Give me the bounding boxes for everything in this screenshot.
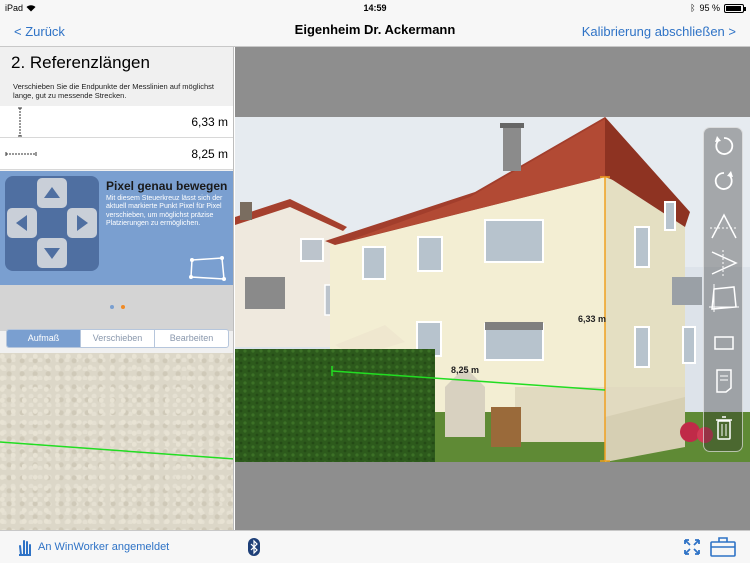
navigation-bar: < Zurück Eigenheim Dr. Ackermann Kalibri… (0, 16, 750, 47)
bluetooth-status-icon: ᛒ (690, 3, 696, 13)
move-down-button[interactable] (37, 238, 67, 268)
arrow-down-icon (44, 248, 60, 259)
page-dot[interactable] (110, 305, 114, 309)
tool-palette (703, 127, 743, 452)
measure-label-horizontal: 8,25 m (451, 365, 480, 375)
segment-bearbeiten[interactable]: Bearbeiten (154, 330, 228, 347)
note-button[interactable] (708, 366, 740, 396)
segment-aufmass[interactable]: Aufmaß (7, 330, 80, 347)
arrow-left-icon (16, 215, 27, 231)
reference-panel: 2. Referenzlängen Verschieben Sie die En… (0, 47, 234, 530)
vertical-measure-icon (18, 107, 22, 137)
reference-row-vertical[interactable]: 6,33 m (0, 106, 233, 138)
battery-percent: 95 % (699, 3, 720, 13)
horizontal-perspective-button[interactable] (708, 248, 740, 278)
bottom-bar: An WinWorker angemeldet (0, 530, 750, 563)
rotate-cw-icon (714, 171, 733, 190)
photo-canvas[interactable]: 6,33 m 8,25 m (235, 47, 750, 530)
rectangle-icon (714, 336, 734, 350)
measure-label-vertical: 6,33 m (578, 314, 607, 324)
magnifier-measure-line (0, 441, 233, 460)
arrow-right-icon (77, 215, 88, 231)
delete-button[interactable] (708, 413, 740, 443)
move-right-button[interactable] (67, 208, 97, 238)
reference-row-horizontal[interactable]: 8,25 m (0, 138, 233, 170)
magnifier-view[interactable] (0, 353, 233, 530)
mode-segmented-control: Aufmaß Verschieben Bearbeiten (6, 329, 229, 348)
rotate-ccw-button[interactable] (708, 131, 740, 161)
page-indicator (0, 285, 233, 331)
crop-perspective-button[interactable] (708, 283, 740, 313)
pixel-move-description: Mit diesem Steuerkreuz lässt sich der ak… (106, 195, 223, 228)
segment-verschieben[interactable]: Verschieben (80, 330, 154, 347)
battery-icon (724, 3, 746, 13)
direction-pad (5, 176, 99, 271)
house-photo (235, 117, 750, 462)
toolbox-icon[interactable] (709, 536, 737, 563)
arrow-up-icon (44, 187, 60, 198)
section-description: Verschieben Sie die Endpunkte der Messli… (13, 82, 214, 100)
fullscreen-icon[interactable] (683, 538, 701, 561)
status-time: 14:59 (363, 3, 387, 13)
note-icon (716, 369, 732, 393)
page-dot-active[interactable] (121, 305, 125, 309)
frame-icon (189, 256, 226, 281)
rotate-ccw-icon (715, 136, 734, 155)
bluetooth-icon[interactable] (248, 538, 260, 561)
rotate-cw-button[interactable] (708, 166, 740, 196)
move-left-button[interactable] (7, 208, 37, 238)
pixel-move-card: Pixel genau bewegen Mit diesem Steuerkre… (0, 171, 233, 285)
perspective-vertical-icon (710, 213, 738, 239)
pixel-move-title: Pixel genau bewegen (106, 179, 228, 193)
reference-value-horizontal: 8,25 m (191, 147, 228, 161)
perspective-horizontal-icon (711, 250, 738, 276)
login-status[interactable]: An WinWorker angemeldet (38, 541, 169, 553)
status-bar: iPad 14:59 ᛒ 95 % (0, 0, 750, 16)
rectangle-button[interactable] (708, 328, 740, 358)
move-up-button[interactable] (37, 178, 67, 208)
section-title: 2. Referenzlängen (11, 53, 150, 72)
vertical-perspective-button[interactable] (708, 212, 740, 242)
trash-icon (716, 416, 732, 440)
reference-value-vertical: 6,33 m (191, 115, 228, 129)
horizontal-measure-icon (5, 152, 37, 156)
status-right: ᛒ 95 % (690, 3, 746, 13)
hand-icon[interactable] (16, 537, 34, 562)
crop-perspective-icon (709, 284, 739, 312)
finish-calibration-button[interactable]: Kalibrierung abschließen > (582, 24, 736, 39)
